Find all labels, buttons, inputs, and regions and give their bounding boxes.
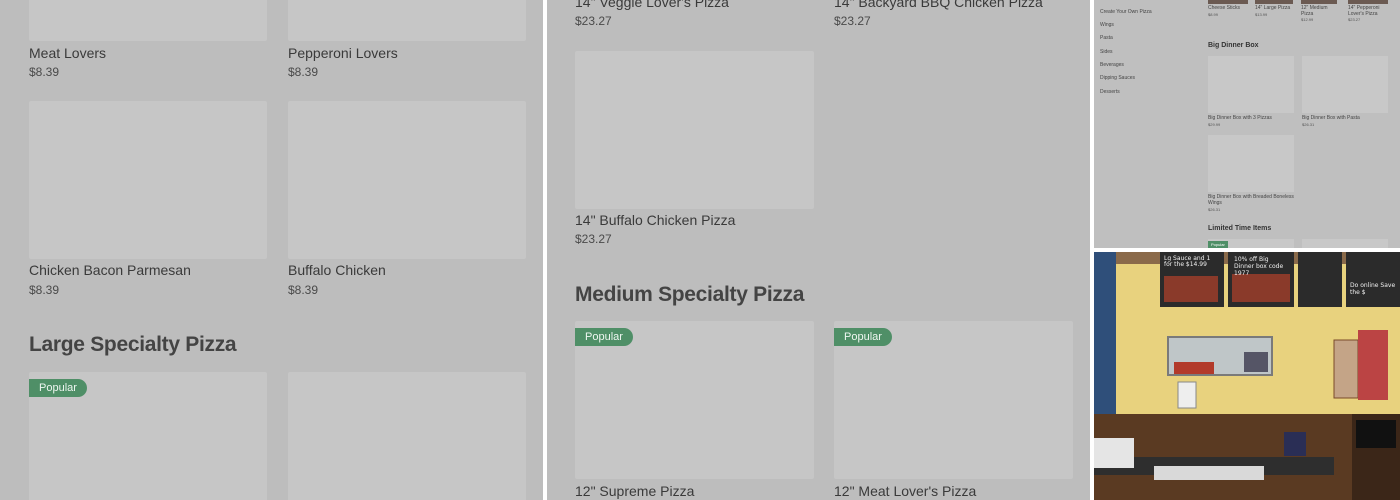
sidebar-item[interactable]: Sides bbox=[1100, 49, 1113, 55]
menu-item-image[interactable] bbox=[1348, 0, 1388, 4]
menu-item-name[interactable]: 14" Large Pizza bbox=[1255, 5, 1295, 11]
popular-badge: Popular bbox=[1208, 241, 1228, 248]
chalkboard-text: Lg Sauce and 1 for the $14.99 bbox=[1164, 255, 1211, 268]
sidebar-item[interactable]: Pasta bbox=[1100, 35, 1113, 41]
menu-item-price: $23.27 bbox=[1348, 17, 1361, 22]
menu-item-name[interactable]: 12" Supreme Pizza bbox=[575, 483, 694, 499]
menu-item-image[interactable] bbox=[1302, 239, 1388, 248]
menu-item-image[interactable] bbox=[29, 0, 267, 41]
menu-item-price: $8.99 bbox=[1208, 12, 1219, 17]
menu-item-price: $12.99 bbox=[1301, 17, 1314, 22]
menu-item-image[interactable] bbox=[288, 372, 526, 500]
menu-item-name[interactable]: 12" Medium Pizza bbox=[1301, 5, 1337, 17]
menu-item-image[interactable] bbox=[1301, 0, 1337, 4]
menu-item-price: $26.31 bbox=[1302, 122, 1315, 127]
sidebar-item[interactable]: Wings bbox=[1100, 22, 1114, 28]
menu-item-image[interactable] bbox=[29, 101, 267, 259]
menu-item-name[interactable]: 14" Buffalo Chicken Pizza bbox=[575, 212, 735, 228]
menu-item-image[interactable] bbox=[1208, 56, 1294, 113]
section-title: Big Dinner Box bbox=[1208, 42, 1259, 49]
section-title: Large Specialty Pizza bbox=[29, 333, 237, 356]
menu-item-image[interactable] bbox=[288, 0, 526, 41]
sidebar-item[interactable]: Create Your Own Pizza bbox=[1100, 9, 1152, 15]
menu-item-name[interactable]: 14" Pepperoni Lover's Pizza bbox=[1348, 5, 1390, 17]
menu-item-image[interactable] bbox=[575, 51, 814, 209]
sidebar-item[interactable]: Dipping Sauces bbox=[1100, 75, 1135, 81]
menu-item-price: $8.39 bbox=[288, 283, 319, 297]
menu-item-name[interactable]: Big Dinner Box with 3 Pizzas bbox=[1208, 115, 1294, 121]
menu-item-name[interactable]: Meat Lovers bbox=[29, 45, 106, 61]
menu-item-price: $23.27 bbox=[575, 232, 612, 246]
section-title: Medium Specialty Pizza bbox=[575, 283, 805, 306]
menu-item-image[interactable] bbox=[1208, 135, 1294, 192]
menu-item-name[interactable]: Big Dinner Box with Breaded Boneless Win… bbox=[1208, 194, 1294, 206]
menu-item-name[interactable]: Buffalo Chicken bbox=[288, 262, 386, 278]
menu-item-image[interactable] bbox=[1208, 0, 1248, 4]
menu-item-image[interactable] bbox=[288, 101, 526, 259]
menu-item-price: $29.99 bbox=[1208, 122, 1221, 127]
menu-item-name[interactable]: Big Dinner Box with Pasta bbox=[1302, 115, 1388, 121]
chalkboard-text: 10% off Big Dinner box code 1977 bbox=[1234, 256, 1284, 277]
menu-panel-left: Meat Lovers $8.39 Pepperoni Lovers $8.39… bbox=[0, 0, 543, 500]
menu-item-price: $23.27 bbox=[575, 14, 612, 28]
menu-panel-middle: 14" Veggie Lover's Pizza $23.27 14" Back… bbox=[547, 0, 1090, 500]
menu-item-name[interactable]: Chicken Bacon Parmesan bbox=[29, 262, 191, 278]
menu-item-price: $8.39 bbox=[288, 65, 319, 79]
popular-badge: Popular bbox=[29, 379, 87, 397]
menu-item-name[interactable]: 14" Veggie Lover's Pizza bbox=[575, 0, 729, 10]
mini-menu-panel: Create Your Own Pizza Wings Pasta Sides … bbox=[1094, 0, 1400, 248]
sidebar-item[interactable]: Beverages bbox=[1100, 62, 1124, 68]
menu-item-price: $23.27 bbox=[834, 14, 871, 28]
section-title: Limited Time Items bbox=[1208, 225, 1272, 232]
menu-item-name[interactable]: 12" Meat Lover's Pizza bbox=[834, 483, 976, 499]
menu-item-name[interactable]: 14" Backyard BBQ Chicken Pizza bbox=[834, 0, 1043, 10]
chalkboard-text: Do online Save the $ bbox=[1350, 282, 1396, 296]
sidebar-item[interactable]: Desserts bbox=[1100, 89, 1120, 95]
popular-badge: Popular bbox=[834, 328, 892, 346]
restaurant-photo: Lg Sauce and 1 for the $14.99 10% off Bi… bbox=[1094, 252, 1400, 500]
popular-badge: Popular bbox=[575, 328, 633, 346]
menu-item-price: $26.31 bbox=[1208, 207, 1221, 212]
menu-item-name[interactable]: Pepperoni Lovers bbox=[288, 45, 398, 61]
menu-item-name[interactable]: Cheese Sticks bbox=[1208, 5, 1248, 11]
menu-item-image[interactable] bbox=[1302, 56, 1388, 113]
menu-item-price: $8.39 bbox=[29, 65, 60, 79]
menu-item-price: $13.99 bbox=[1255, 12, 1268, 17]
menu-item-image[interactable] bbox=[1255, 0, 1293, 4]
menu-item-price: $8.39 bbox=[29, 283, 60, 297]
